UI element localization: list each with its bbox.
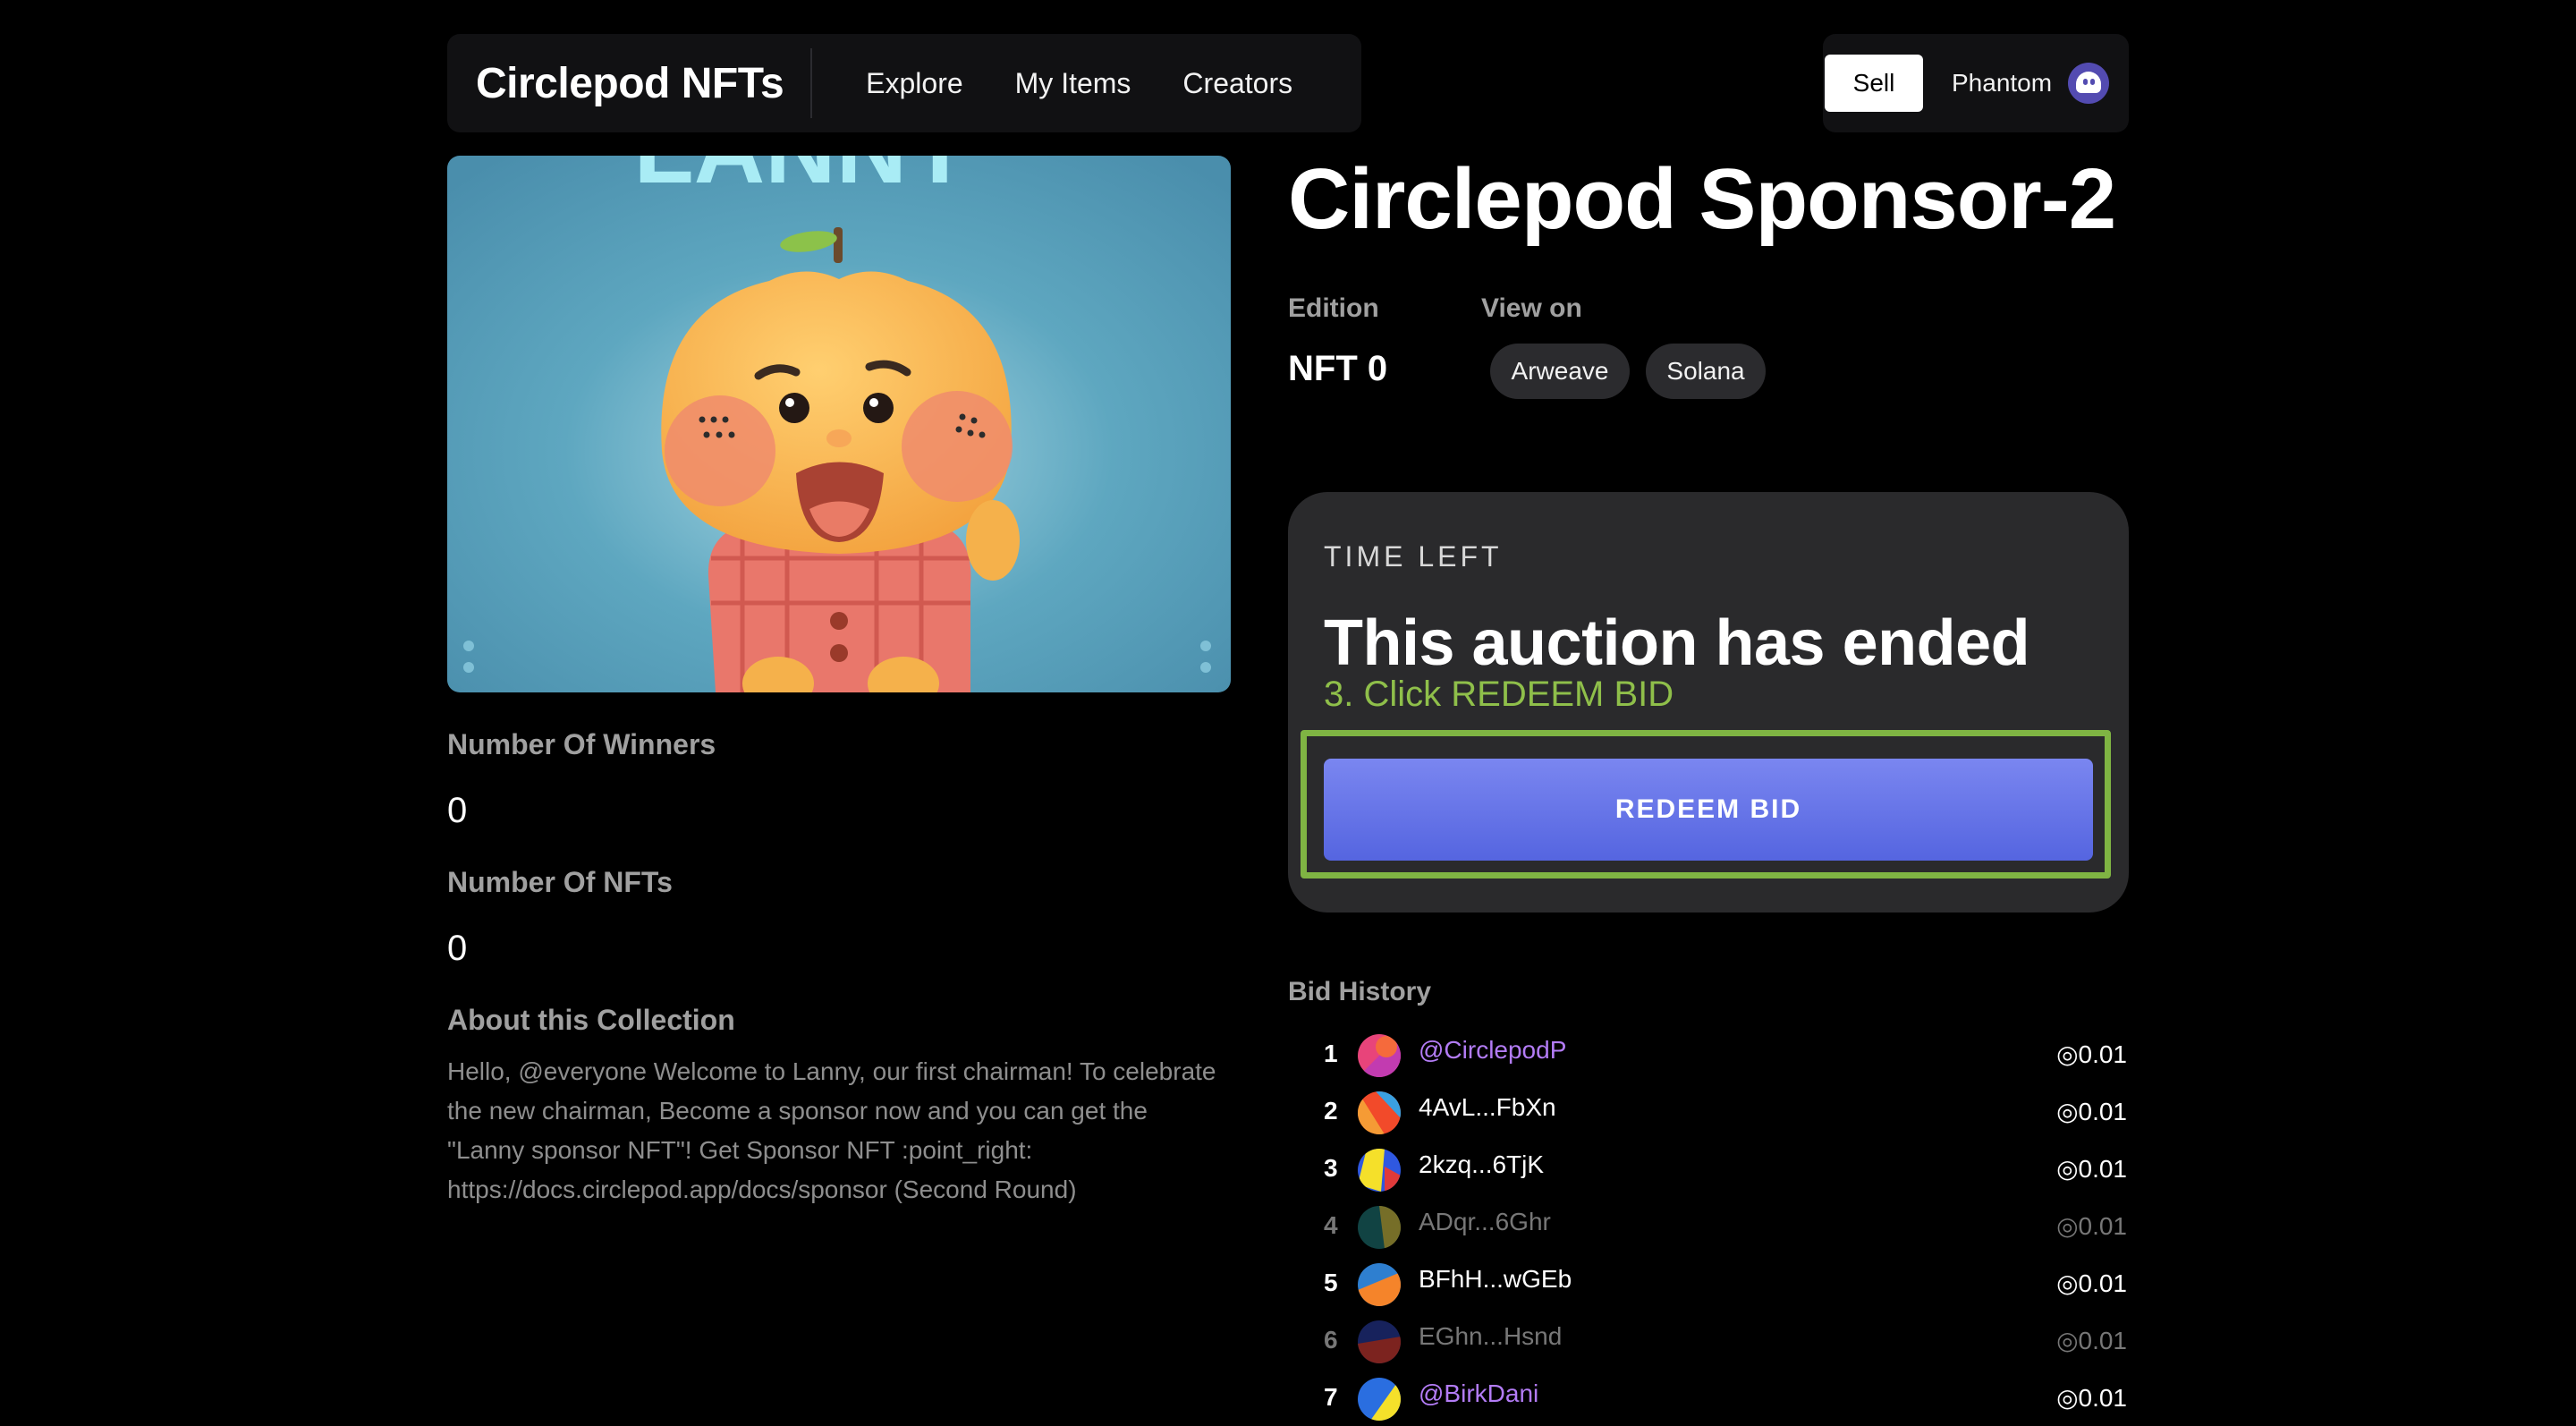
- avatar: [1358, 1091, 1401, 1134]
- bid-amount: ◎0.01: [2056, 1155, 2127, 1183]
- avatar: [1358, 1206, 1401, 1249]
- bidder-name[interactable]: @BirkDani: [1419, 1379, 1538, 1408]
- about-label: About this Collection: [447, 1004, 735, 1036]
- bid-amount: ◎0.01: [2056, 1212, 2127, 1240]
- bid-row[interactable]: 7 @BirkDani ◎0.01: [1288, 1372, 2129, 1426]
- bid-rank: 4: [1324, 1211, 1338, 1239]
- avatar: [1358, 1263, 1401, 1306]
- bid-rank: 5: [1324, 1269, 1338, 1296]
- edition-value: NFT 0: [1288, 349, 1388, 388]
- nfts-label: Number Of NFTs: [447, 866, 673, 898]
- nav-divider: [810, 48, 813, 118]
- avatar: [1358, 1149, 1401, 1192]
- bidder-name[interactable]: @CirclepodP: [1419, 1036, 1566, 1065]
- bid-amount: ◎0.01: [2056, 1269, 2127, 1297]
- bidder-name[interactable]: 2kzq...6TjK: [1419, 1150, 1544, 1179]
- wallet-name[interactable]: Phantom: [1952, 69, 2052, 98]
- view-on-label: View on: [1481, 293, 1582, 323]
- bid-row[interactable]: 3 2kzq...6TjK ◎0.01: [1288, 1143, 2129, 1197]
- nav-my-items[interactable]: My Items: [1015, 67, 1131, 100]
- winners-value: 0: [447, 791, 468, 830]
- top-nav: Circlepod NFTs Explore My Items Creators: [447, 34, 1361, 132]
- nav-explore[interactable]: Explore: [866, 67, 963, 100]
- edition-label: Edition: [1288, 293, 1379, 323]
- wallet-bar: Sell Phantom: [1823, 34, 2129, 132]
- nft-artwork[interactable]: LANNY: [447, 156, 1231, 692]
- avatar: [1358, 1378, 1401, 1421]
- winners-label: Number Of Winners: [447, 728, 716, 760]
- bid-row[interactable]: 5 BFhH...wGEb ◎0.01: [1288, 1258, 2129, 1311]
- avatar: [1358, 1320, 1401, 1363]
- bidder-name[interactable]: EGhn...Hsnd: [1419, 1322, 1562, 1351]
- bid-rank: 6: [1324, 1326, 1338, 1354]
- phantom-wallet-icon[interactable]: [2068, 63, 2110, 104]
- page-title: Circlepod Sponsor-2: [1288, 151, 2116, 247]
- bid-amount: ◎0.01: [2056, 1040, 2127, 1068]
- bidder-name[interactable]: BFhH...wGEb: [1419, 1265, 1572, 1294]
- nfts-value: 0: [447, 929, 468, 968]
- avatar: [1358, 1034, 1401, 1077]
- about-text: Hello, @everyone Welcome to Lanny, our f…: [447, 1057, 1216, 1203]
- bid-amount: ◎0.01: [2056, 1327, 2127, 1354]
- bid-rank: 7: [1324, 1383, 1338, 1411]
- bid-amount: ◎0.01: [2056, 1098, 2127, 1125]
- artwork-caption: LANNY: [634, 156, 973, 204]
- instruction-hint: 3. Click REDEEM BID: [1324, 675, 1674, 714]
- brand-logo[interactable]: Circlepod NFTs: [447, 59, 810, 108]
- redeem-bid-button[interactable]: REDEEM BID: [1324, 759, 2093, 861]
- bid-rank: 3: [1324, 1154, 1338, 1182]
- bid-rank: 2: [1324, 1097, 1338, 1125]
- bid-rank: 1: [1324, 1040, 1338, 1067]
- bid-row[interactable]: 4 ADqr...6Ghr ◎0.01: [1288, 1201, 2129, 1254]
- bid-row[interactable]: 2 4AvL...FbXn ◎0.01: [1288, 1086, 2129, 1140]
- bid-amount: ◎0.01: [2056, 1384, 2127, 1412]
- sell-button[interactable]: Sell: [1825, 55, 1923, 112]
- bidder-name[interactable]: 4AvL...FbXn: [1419, 1093, 1556, 1122]
- auction-card: TIME LEFT This auction has ended 3. Clic…: [1288, 492, 2129, 912]
- bid-row[interactable]: 6 EGhn...Hsnd ◎0.01: [1288, 1315, 2129, 1369]
- bid-history-label: Bid History: [1288, 977, 1432, 1006]
- bidder-name[interactable]: ADqr...6Ghr: [1419, 1208, 1551, 1236]
- auction-status: This auction has ended: [1324, 607, 2030, 679]
- arweave-link[interactable]: Arweave: [1490, 344, 1630, 399]
- bid-row[interactable]: 1 @CirclepodP ◎0.01: [1288, 1029, 2129, 1082]
- nav-creators[interactable]: Creators: [1182, 67, 1292, 100]
- solana-link[interactable]: Solana: [1646, 344, 1766, 399]
- time-left-label: TIME LEFT: [1324, 540, 1503, 573]
